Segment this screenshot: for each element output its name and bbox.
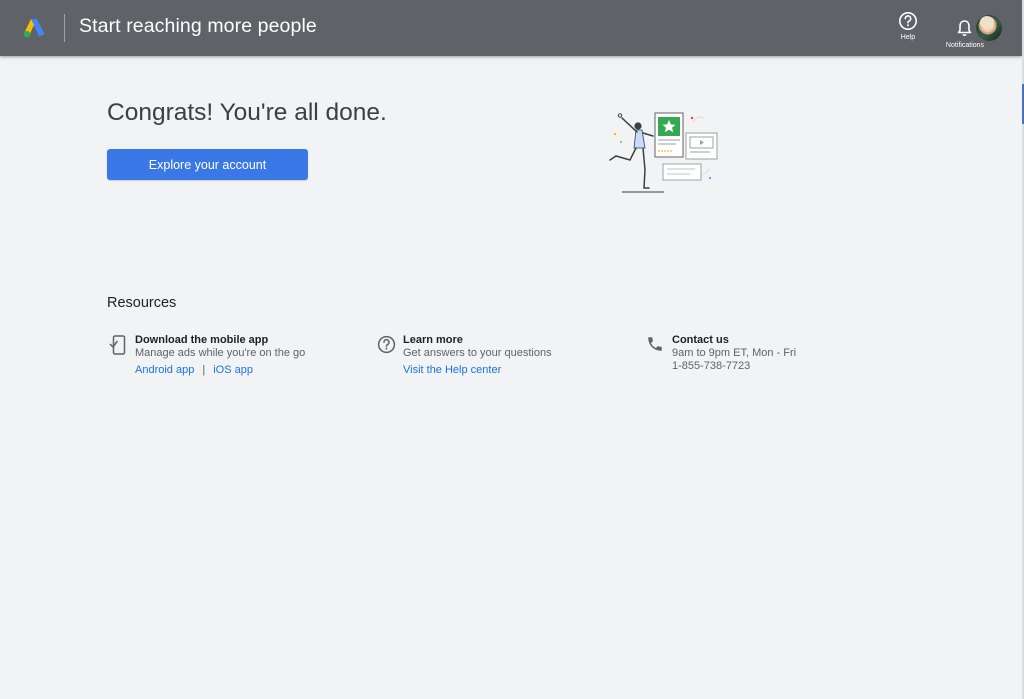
link-separator: | xyxy=(202,364,206,376)
resource-description: 9am to 9pm ET, Mon - Fri xyxy=(672,347,797,359)
help-label: Help xyxy=(900,34,916,41)
top-app-bar: Start reaching more people Help Notifica… xyxy=(0,0,1022,56)
bell-icon xyxy=(957,20,972,37)
help-circle-icon xyxy=(377,335,396,354)
mobile-phone-icon xyxy=(109,335,126,355)
help-center-link[interactable]: Visit the Help center xyxy=(403,364,501,376)
page-title: Start reaching more people xyxy=(79,15,317,37)
resource-title: Learn more xyxy=(403,334,463,346)
resource-title: Contact us xyxy=(672,334,729,346)
phone-number[interactable]: 1-855-738-7723 xyxy=(672,360,796,373)
ios-app-link[interactable]: iOS app xyxy=(213,364,253,376)
success-heading: Congrats! You're all done. xyxy=(107,99,387,126)
header-divider xyxy=(64,14,65,42)
help-button[interactable]: Help xyxy=(893,11,923,47)
google-ads-logo-icon[interactable] xyxy=(23,18,45,38)
account-avatar[interactable] xyxy=(976,15,1002,41)
celebration-illustration xyxy=(609,112,718,193)
resource-title: Download the mobile app xyxy=(135,334,269,346)
phone-icon xyxy=(648,337,662,351)
help-circle-icon xyxy=(899,12,917,30)
explore-account-button[interactable]: Explore your account xyxy=(107,149,308,180)
resource-description: Manage ads while you're on the go xyxy=(135,347,306,359)
resource-description: Get answers to your questions xyxy=(403,347,552,359)
notifications-label: Notifications xyxy=(945,42,985,49)
android-app-link[interactable]: Android app xyxy=(135,364,194,376)
resources-title: Resources xyxy=(107,295,177,311)
